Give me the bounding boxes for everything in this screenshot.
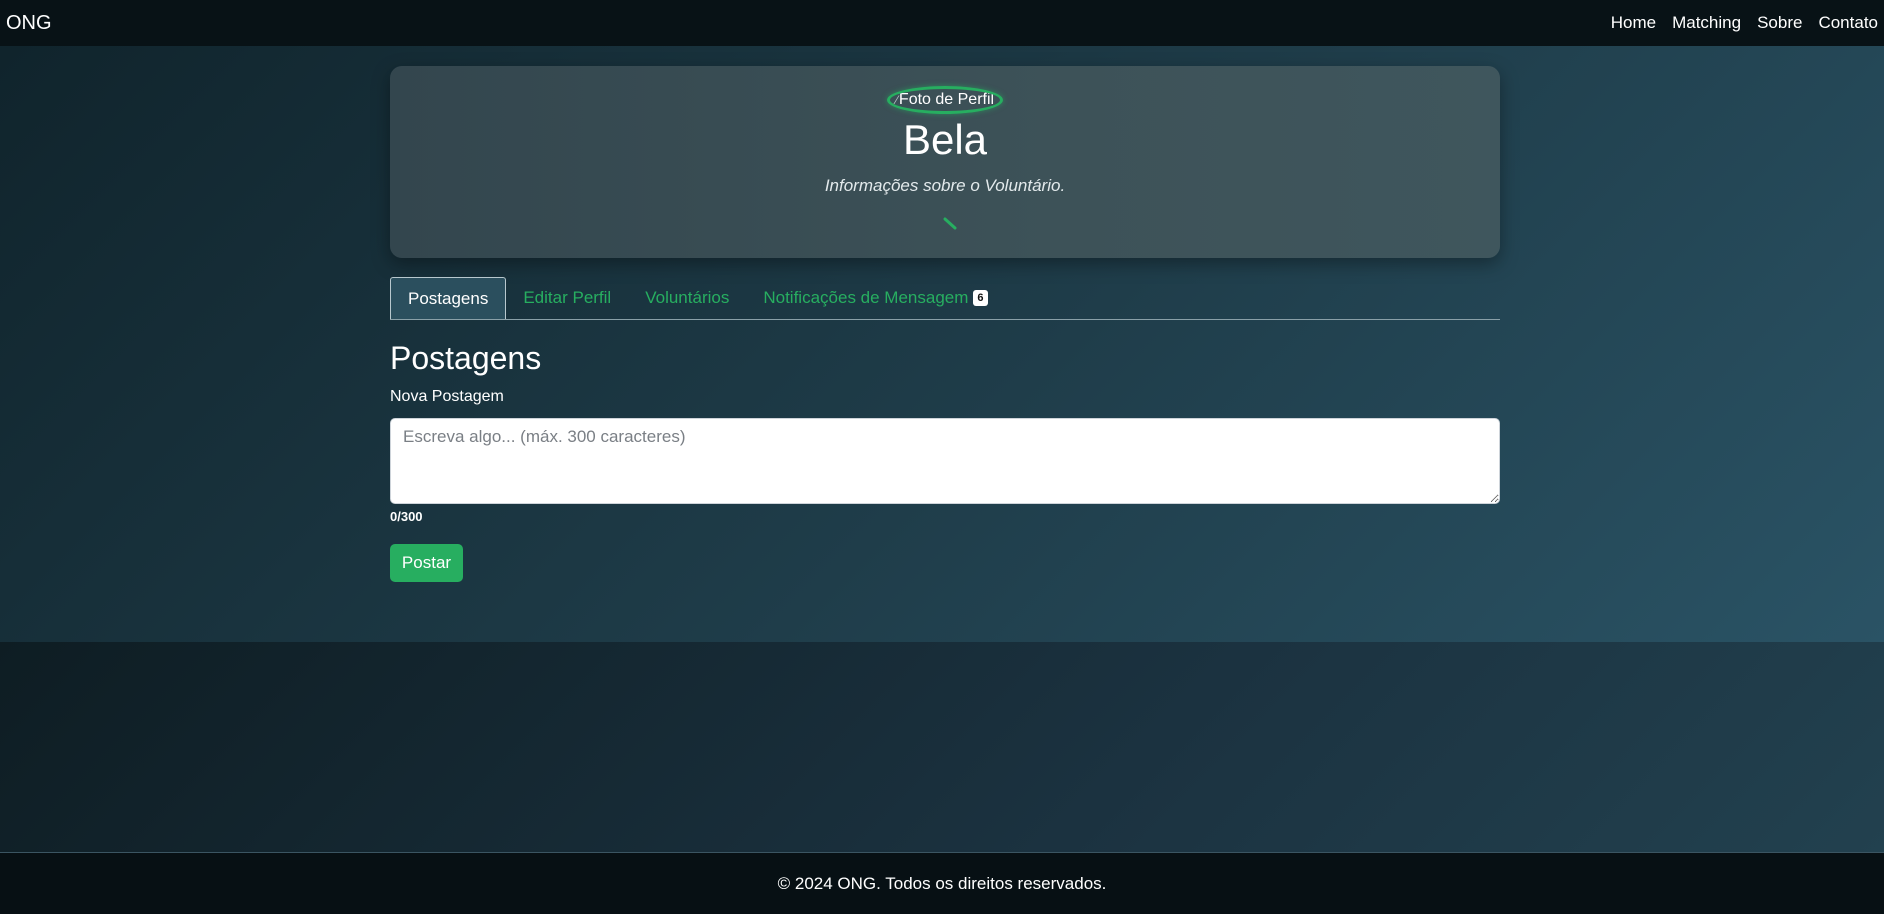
profile-avatar[interactable]: ⁄ Foto de Perfil xyxy=(887,86,1003,114)
profile-name: Bela xyxy=(902,116,988,163)
notification-badge: 6 xyxy=(973,290,988,306)
pencil-icon[interactable] xyxy=(943,217,957,231)
profile-card: ⁄ Foto de Perfil Bela Informações sobre … xyxy=(390,66,1500,258)
char-counter: 0/300 xyxy=(390,509,423,524)
top-navbar: ONG Home Matching Sobre Contato xyxy=(0,0,1884,46)
tab-editar-perfil[interactable]: Editar Perfil xyxy=(506,277,628,319)
nav-links: Home Matching Sobre Contato xyxy=(1611,13,1878,33)
profile-info: Informações sobre o Voluntário. xyxy=(824,176,1066,195)
page-bottom-background xyxy=(0,642,1884,852)
section-title: Postagens xyxy=(390,340,542,376)
footer-copyright: © 2024 ONG. Todos os direitos reservados… xyxy=(777,873,1107,893)
post-button[interactable]: Postar xyxy=(390,544,463,582)
new-post-label: Nova Postagem xyxy=(390,388,504,405)
nav-link-contato[interactable]: Contato xyxy=(1818,13,1878,33)
broken-image-icon: ⁄ xyxy=(895,93,898,107)
tab-notificacoes[interactable]: Notificações de Mensagem 6 xyxy=(746,277,1004,319)
avatar-alt-text: Foto de Perfil xyxy=(898,91,995,108)
tab-postagens[interactable]: Postagens xyxy=(390,277,507,319)
tab-voluntarios[interactable]: Voluntários xyxy=(628,277,746,319)
tab-notificacoes-label: Notificações de Mensagem xyxy=(763,288,969,307)
page-footer: © 2024 ONG. Todos os direitos reservados… xyxy=(0,852,1884,914)
post-textarea[interactable] xyxy=(390,418,1500,504)
profile-tabs: Postagens Editar Perfil Voluntários Noti… xyxy=(390,277,1500,320)
nav-link-home[interactable]: Home xyxy=(1611,13,1656,33)
nav-link-matching[interactable]: Matching xyxy=(1672,13,1741,33)
nav-link-sobre[interactable]: Sobre xyxy=(1757,13,1802,33)
brand-logo[interactable]: ONG xyxy=(6,12,52,35)
